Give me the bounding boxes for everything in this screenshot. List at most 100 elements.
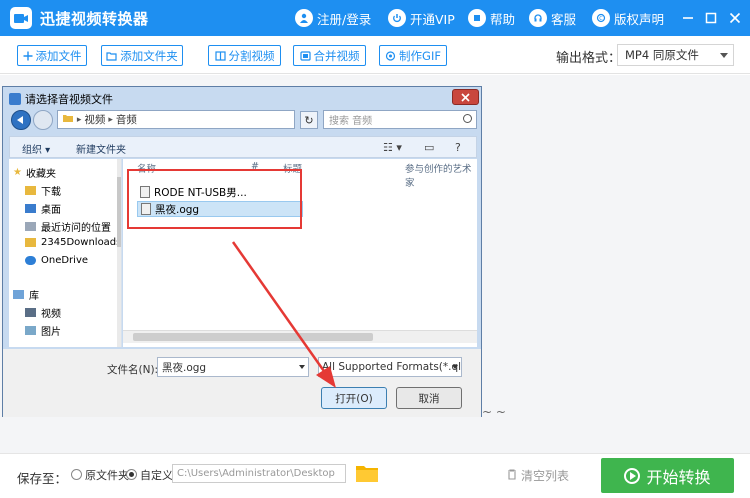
nav-scrollbar[interactable] <box>117 159 121 347</box>
dialog-close-button[interactable] <box>452 89 479 105</box>
radio-original-label[interactable]: 原文件夹 <box>85 467 129 483</box>
folder-icon <box>25 186 36 195</box>
split-icon <box>214 50 226 61</box>
login-button[interactable]: 注册/登录 <box>295 0 371 36</box>
cancel-button[interactable]: 取消 <box>396 387 462 409</box>
power-icon <box>388 9 406 27</box>
gif-icon <box>385 50 396 61</box>
nav-favorites[interactable]: ★ 收藏夹 <box>13 165 56 180</box>
nav-downloads[interactable]: 下载 <box>25 183 61 198</box>
nav-desktop[interactable]: 桌面 <box>25 201 61 216</box>
nav-recent-label: 最近访问的位置 <box>41 223 111 234</box>
format-select[interactable]: MP4 同原文件 <box>617 44 734 66</box>
nav-libraries-label: 库 <box>29 291 39 302</box>
breadcrumb-separator-icon: ▸ <box>108 114 113 125</box>
search-input[interactable]: 搜索 音频 <box>323 110 477 129</box>
breadcrumb-separator-icon: ▸ <box>74 114 82 125</box>
breadcrumb-audio[interactable]: 音频 <box>116 112 137 127</box>
clear-list-label: 清空列表 <box>521 469 570 483</box>
nav-recent[interactable]: 最近访问的位置 <box>25 219 111 234</box>
chevron-down-icon[interactable] <box>299 365 305 369</box>
close-button[interactable] <box>721 0 749 36</box>
filename-input[interactable]: 黑夜.ogg <box>157 357 309 377</box>
title-bar: 迅捷视频转换器 注册/登录 开通VIP 帮助 客服 C 版权声明 <box>0 0 750 36</box>
nav-pictures-label: 图片 <box>41 327 61 338</box>
add-folder-button[interactable]: 添加文件夹 <box>101 45 183 66</box>
vip-button[interactable]: 开通VIP <box>388 0 455 36</box>
radio-original-folder[interactable] <box>71 469 82 480</box>
nav-libraries[interactable]: 库 <box>13 287 39 302</box>
add-file-button[interactable]: 添加文件 <box>17 45 87 66</box>
filetype-select[interactable]: All Supported Formats(*.qlv; <box>318 357 462 377</box>
clear-list-button[interactable]: 清空列表 <box>507 467 569 484</box>
search-icon <box>463 114 472 123</box>
forward-button[interactable] <box>33 110 53 130</box>
start-convert-button[interactable]: 开始转换 <box>601 458 734 493</box>
chevron-down-icon <box>452 365 458 369</box>
service-label: 客服 <box>551 11 577 27</box>
organize-button[interactable]: 组织 ▾ <box>22 141 50 156</box>
horizontal-scrollbar[interactable] <box>123 330 477 343</box>
format-value: MP4 同原文件 <box>625 48 699 62</box>
format-label: 输出格式： <box>556 51 622 66</box>
filename-label: 文件名(N): <box>107 364 159 376</box>
command-bar: 组织 ▾ 新建文件夹 ☷ ▾ ▭ ? <box>9 136 477 158</box>
output-path-input[interactable]: C:\Users\Administrator\Desktop <box>172 464 346 483</box>
dialog-footer: 文件名(N): 黑夜.ogg All Supported Formats(*.q… <box>3 349 481 417</box>
preview-pane-icon[interactable]: ▭ <box>424 141 434 154</box>
dialog-title: 请选择音视频文件 <box>9 91 113 107</box>
nav-downloads-label: 下载 <box>41 187 61 198</box>
nav-onedrive[interactable]: OneDrive <box>25 255 88 266</box>
nav-scrollbar-thumb[interactable] <box>117 177 121 247</box>
new-folder-button[interactable]: 新建文件夹 <box>76 141 126 156</box>
help-label: 帮助 <box>490 11 516 27</box>
plus-icon <box>23 51 33 61</box>
close-icon <box>729 12 741 24</box>
help-button[interactable]: 帮助 <box>468 0 515 36</box>
app-title: 迅捷视频转换器 <box>40 9 149 28</box>
add-file-label: 添加文件 <box>35 48 82 63</box>
bottom-bar: 保存至： 原文件夹 自定义 C:\Users\Administrator\Des… <box>0 453 750 498</box>
make-gif-button[interactable]: 制作GIF <box>379 45 447 66</box>
breadcrumb-videos[interactable]: 视频 <box>84 112 105 127</box>
split-video-label: 分割视频 <box>228 48 275 63</box>
merge-video-button[interactable]: 合并视频 <box>293 45 366 66</box>
copyright-label: 版权声明 <box>614 11 665 27</box>
headset-icon <box>529 9 547 27</box>
maximize-icon <box>705 12 717 24</box>
app-logo-icon <box>10 7 32 29</box>
play-icon <box>624 467 641 484</box>
copyright-button[interactable]: C 版权声明 <box>592 0 664 36</box>
address-bar[interactable]: ▸ 视频 ▸ 音频 <box>57 110 295 129</box>
refresh-icon: ↻ <box>304 113 314 127</box>
nav-videos[interactable]: 视频 <box>25 305 61 320</box>
horizontal-scrollbar-thumb[interactable] <box>133 333 373 341</box>
open-file-dialog: 请选择音视频文件 ▸ 视频 ▸ 音频 ↻ 搜索 音频 组织 ▾ 新建文件夹 ☷ … <box>2 86 482 417</box>
back-button[interactable] <box>11 110 31 130</box>
radio-custom-label[interactable]: 自定义 <box>140 467 173 483</box>
star-icon: ★ <box>13 167 22 178</box>
desktop-icon <box>25 204 36 213</box>
folder-icon <box>106 51 117 61</box>
folder-small-icon <box>62 113 74 126</box>
navigation-pane: ★ 收藏夹 下载 桌面 最近访问的位置 2345Downloads OneDri… <box>9 159 122 347</box>
refresh-button[interactable]: ↻ <box>300 111 318 129</box>
trash-icon <box>507 468 517 483</box>
nav-favorites-label: 收藏夹 <box>25 169 56 180</box>
vip-label: 开通VIP <box>410 11 455 27</box>
output-path-value: C:\Users\Administrator\Desktop <box>177 468 335 479</box>
nav-pictures[interactable]: 图片 <box>25 323 61 338</box>
service-button[interactable]: 客服 <box>529 0 576 36</box>
dialog-title-text: 请选择音视频文件 <box>25 93 113 106</box>
column-header-artist[interactable]: 参与创作的艺术家 <box>405 161 477 189</box>
minimize-icon <box>683 17 693 19</box>
save-to-label: 保存至： <box>17 471 68 486</box>
cloud-icon <box>25 256 36 265</box>
view-options-icon[interactable]: ☷ ▾ <box>383 141 402 154</box>
nav-2345downloads[interactable]: 2345Downloads <box>25 237 121 248</box>
split-video-button[interactable]: 分割视频 <box>208 45 281 66</box>
browse-folder-icon[interactable] <box>355 463 379 486</box>
radio-custom[interactable] <box>126 469 137 480</box>
open-button[interactable]: 打开(O) <box>321 387 387 409</box>
help-icon[interactable]: ? <box>455 141 461 154</box>
